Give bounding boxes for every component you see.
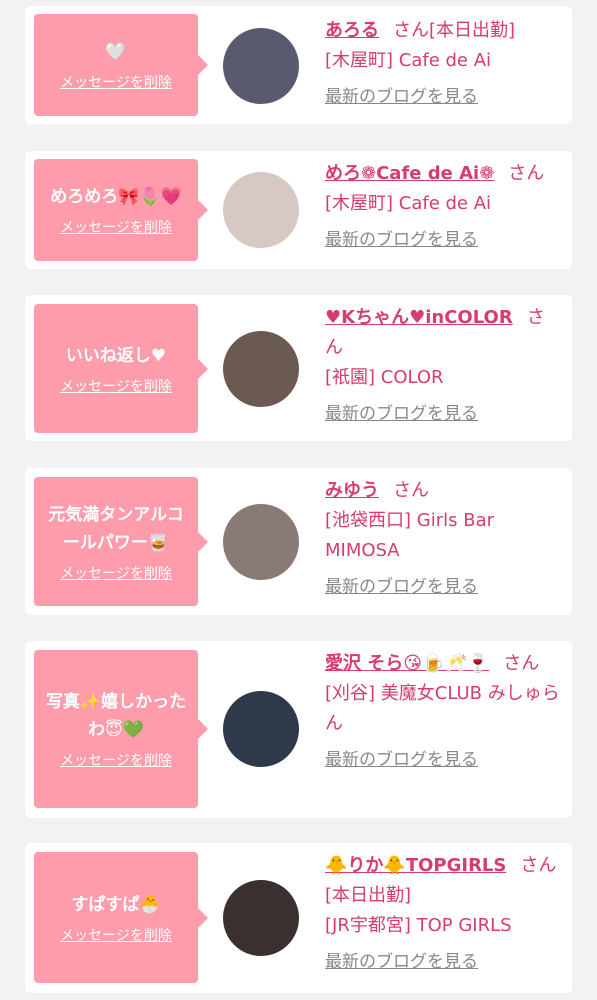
message-text: すぱすぱ🐣	[71, 894, 161, 915]
delete-message-link[interactable]: メッセージを削除	[60, 750, 172, 770]
cast-name-link[interactable]: みゆう	[325, 480, 379, 501]
avatar[interactable]	[223, 504, 299, 580]
honorific: さん	[508, 163, 545, 184]
cast-info: 🐥りか🐥TOPGIRLS さん [本日出勤] [JR宇都宮] TOP GIRLS 最…	[325, 851, 561, 977]
honorific: さん	[520, 855, 557, 876]
delete-message-link[interactable]: メッセージを削除	[60, 563, 172, 583]
blog-link[interactable]: 最新のブログを見る	[325, 750, 478, 770]
blog-link[interactable]: 最新のブログを見る	[325, 87, 478, 107]
avatar[interactable]	[223, 691, 299, 767]
delete-message-link[interactable]: メッセージを削除	[60, 376, 172, 396]
message-bubble: 🤍 メッセージを削除	[34, 14, 208, 116]
shop-name: [池袋西口] Girls Bar MIMOSA	[325, 510, 494, 561]
message-text: 写真✨嬉しかったわ😇💚	[45, 692, 187, 740]
message-card: いいね返し♥ メッセージを削除 ♥Kちゃん♥inCOLOR さん [祇園] COL…	[25, 295, 572, 441]
status-badge: [本日出勤]	[429, 20, 516, 41]
cast-name-link[interactable]: めろ❁Cafe de Ai❁	[325, 163, 494, 184]
blog-link[interactable]: 最新のブログを見る	[325, 404, 478, 424]
message-bubble: 写真✨嬉しかったわ😇💚 メッセージを削除	[34, 650, 208, 808]
cast-name-link[interactable]: 🐥りか🐥TOPGIRLS	[325, 855, 506, 876]
avatar[interactable]	[223, 880, 299, 956]
message-text: 🤍	[105, 42, 127, 62]
honorific: さん	[503, 653, 540, 674]
shop-name: [祇園] COLOR	[325, 367, 444, 388]
message-card: 🤍 メッセージを削除 あろる さん[本日出勤] [木屋町] Cafe de Ai …	[25, 6, 572, 124]
cast-info: 愛沢 そら😘🍺🥂🍷 さん [刈谷] 美魔女CLUB みしゅらん 最新のブログを見る	[325, 649, 561, 775]
blog-link[interactable]: 最新のブログを見る	[325, 230, 478, 250]
shop-name: [木屋町] Cafe de Ai	[325, 50, 492, 71]
cast-name-link[interactable]: 愛沢 そら😘🍺🥂🍷	[325, 653, 489, 674]
avatar[interactable]	[223, 331, 299, 407]
cast-info: ♥Kちゃん♥inCOLOR さん [祇園] COLOR 最新のブログを見る	[325, 303, 561, 429]
message-card: 写真✨嬉しかったわ😇💚 メッセージを削除 愛沢 そら😘🍺🥂🍷 さん [刈谷] 美魔…	[25, 641, 572, 818]
message-text: いいね返し♥	[65, 345, 167, 366]
honorific: さん	[393, 20, 429, 41]
avatar[interactable]	[223, 172, 299, 248]
cast-name-link[interactable]: ♥Kちゃん♥inCOLOR	[325, 307, 513, 328]
cast-info: めろ❁Cafe de Ai❁ さん [木屋町] Cafe de Ai 最新のブログ…	[325, 159, 561, 255]
delete-message-link[interactable]: メッセージを削除	[60, 72, 172, 92]
cast-info: あろる さん[本日出勤] [木屋町] Cafe de Ai 最新のブログを見る	[325, 16, 561, 112]
message-card: めろめろ🎀🌷💗 メッセージを削除 めろ❁Cafe de Ai❁ さん [木屋町] …	[25, 151, 572, 269]
message-card: 元気満タンアルコールパワー🥃 メッセージを削除 みゆう さん [池袋西口] Gir…	[25, 468, 572, 615]
cast-info: みゆう さん [池袋西口] Girls Bar MIMOSA 最新のブログを見る	[325, 476, 561, 602]
cast-name-link[interactable]: あろる	[325, 20, 379, 41]
message-bubble: いいね返し♥ メッセージを削除	[34, 304, 208, 433]
avatar[interactable]	[223, 28, 299, 104]
status-badge: [本日出勤]	[325, 885, 412, 906]
shop-name: [刈谷] 美魔女CLUB みしゅらん	[325, 683, 560, 734]
message-card: すぱすぱ🐣 メッセージを削除 🐥りか🐥TOPGIRLS さん [本日出勤] [JR宇…	[25, 843, 572, 993]
delete-message-link[interactable]: メッセージを削除	[60, 217, 172, 237]
shop-name: [木屋町] Cafe de Ai	[325, 193, 492, 214]
blog-link[interactable]: 最新のブログを見る	[325, 577, 478, 597]
message-text: 元気満タンアルコールパワー🥃	[48, 504, 184, 553]
message-bubble: すぱすぱ🐣 メッセージを削除	[34, 852, 208, 983]
blog-link[interactable]: 最新のブログを見る	[325, 952, 478, 972]
message-bubble: 元気満タンアルコールパワー🥃 メッセージを削除	[34, 477, 208, 606]
delete-message-link[interactable]: メッセージを削除	[60, 925, 172, 945]
message-bubble: めろめろ🎀🌷💗 メッセージを削除	[34, 159, 208, 261]
honorific: さん	[393, 480, 429, 501]
shop-name: [JR宇都宮] TOP GIRLS	[325, 915, 512, 936]
message-text: めろめろ🎀🌷💗	[50, 187, 182, 207]
